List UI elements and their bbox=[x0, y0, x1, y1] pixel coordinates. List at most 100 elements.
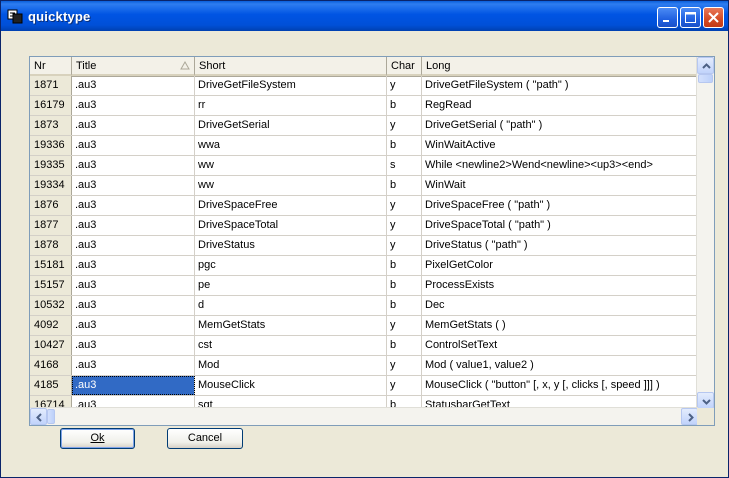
cell-nr[interactable]: 1878 bbox=[30, 236, 72, 255]
cell-title[interactable]: .au3 bbox=[72, 256, 195, 275]
table-row[interactable]: 1877 .au3 DriveSpaceTotal y DriveSpaceTotal … bbox=[30, 216, 698, 236]
cell-char[interactable]: y bbox=[387, 316, 422, 335]
cell-title[interactable]: .au3 bbox=[72, 216, 195, 235]
cell-title[interactable]: .au3 bbox=[72, 156, 195, 175]
table-row[interactable]: 4092 .au3 MemGetStats y MemGetStats ( ) bbox=[30, 316, 698, 336]
cell-nr[interactable]: 4185 bbox=[30, 376, 72, 395]
cell-short[interactable]: DriveGetSerial bbox=[195, 116, 387, 135]
cell-long[interactable]: WinWait bbox=[422, 176, 698, 195]
cell-char[interactable]: b bbox=[387, 176, 422, 195]
cell-nr[interactable]: 19335 bbox=[30, 156, 72, 175]
column-header-long[interactable]: Long bbox=[422, 57, 698, 76]
scroll-right-button[interactable] bbox=[681, 408, 698, 425]
cell-short[interactable]: DriveGetFileSystem bbox=[195, 76, 387, 95]
column-header-nr[interactable]: Nr bbox=[30, 57, 72, 76]
cell-nr[interactable]: 19334 bbox=[30, 176, 72, 195]
cell-title[interactable]: .au3 bbox=[72, 176, 195, 195]
cell-short[interactable]: wwa bbox=[195, 136, 387, 155]
cell-title[interactable]: .au3 bbox=[72, 76, 195, 95]
cell-title[interactable]: .au3 bbox=[72, 136, 195, 155]
cell-long[interactable]: PixelGetColor bbox=[422, 256, 698, 275]
cell-nr[interactable]: 15157 bbox=[30, 276, 72, 295]
scroll-left-button[interactable] bbox=[30, 408, 47, 425]
cell-short[interactable]: ww bbox=[195, 156, 387, 175]
cell-nr[interactable]: 19336 bbox=[30, 136, 72, 155]
cell-long[interactable]: WinWaitActive bbox=[422, 136, 698, 155]
cell-title[interactable]: .au3 bbox=[72, 276, 195, 295]
horizontal-scrollbar[interactable] bbox=[30, 407, 698, 425]
cell-nr[interactable]: 16179 bbox=[30, 96, 72, 115]
cell-nr[interactable]: 1873 bbox=[30, 116, 72, 135]
cell-nr[interactable]: 1877 bbox=[30, 216, 72, 235]
cell-char[interactable]: b bbox=[387, 136, 422, 155]
cell-long[interactable]: DriveSpaceFree ( "path" ) bbox=[422, 196, 698, 215]
cell-nr[interactable]: 4168 bbox=[30, 356, 72, 375]
close-button[interactable] bbox=[703, 7, 724, 28]
cell-nr[interactable]: 15181 bbox=[30, 256, 72, 275]
cell-short[interactable]: d bbox=[195, 296, 387, 315]
cell-short[interactable]: DriveSpaceFree bbox=[195, 196, 387, 215]
cell-long[interactable]: DriveGetFileSystem ( "path" ) bbox=[422, 76, 698, 95]
cell-char[interactable]: y bbox=[387, 376, 422, 395]
app-icon[interactable] bbox=[7, 8, 23, 24]
cell-short[interactable]: DriveStatus bbox=[195, 236, 387, 255]
column-header-char[interactable]: Char bbox=[387, 57, 422, 76]
cell-title[interactable]: .au3 bbox=[72, 236, 195, 255]
cell-long[interactable]: DriveStatus ( "path" ) bbox=[422, 236, 698, 255]
cell-char[interactable]: y bbox=[387, 236, 422, 255]
table-row[interactable]: 1878 .au3 DriveStatus y DriveStatus ( "path"… bbox=[30, 236, 698, 256]
cell-nr[interactable]: 10427 bbox=[30, 336, 72, 355]
cell-long[interactable]: DriveSpaceTotal ( "path" ) bbox=[422, 216, 698, 235]
cell-long[interactable]: Dec bbox=[422, 296, 698, 315]
cell-long[interactable]: While <newline2>Wend<newline><up3><end> bbox=[422, 156, 698, 175]
cell-title[interactable]: .au3 bbox=[72, 316, 195, 335]
table-row[interactable]: 19334 .au3 ww b WinWait bbox=[30, 176, 698, 196]
cell-title[interactable]: .au3 bbox=[72, 356, 195, 375]
column-header-title[interactable]: Title bbox=[72, 57, 195, 76]
cell-char[interactable]: b bbox=[387, 296, 422, 315]
cell-short[interactable]: pgc bbox=[195, 256, 387, 275]
cell-char[interactable]: s bbox=[387, 156, 422, 175]
horizontal-scroll-thumb[interactable] bbox=[47, 409, 55, 424]
cell-long[interactable]: RegRead bbox=[422, 96, 698, 115]
cell-nr[interactable]: 1876 bbox=[30, 196, 72, 215]
cell-char[interactable]: b bbox=[387, 336, 422, 355]
cancel-button[interactable]: Cancel bbox=[167, 428, 243, 449]
cell-nr[interactable]: 4092 bbox=[30, 316, 72, 335]
table-row[interactable]: 1873 .au3 DriveGetSerial y DriveGetSerial ( … bbox=[30, 116, 698, 136]
cell-char[interactable]: y bbox=[387, 196, 422, 215]
cell-short[interactable]: DriveSpaceTotal bbox=[195, 216, 387, 235]
cell-char[interactable]: b bbox=[387, 96, 422, 115]
cell-long[interactable]: ProcessExists bbox=[422, 276, 698, 295]
cell-title[interactable]: .au3 bbox=[72, 336, 195, 355]
cell-long[interactable]: MouseClick ( "button" [, x, y [, clicks … bbox=[422, 376, 698, 395]
vertical-scrollbar[interactable] bbox=[696, 57, 714, 409]
ok-button[interactable]: Ok bbox=[60, 428, 135, 449]
maximize-button[interactable] bbox=[680, 7, 701, 28]
scroll-down-button[interactable] bbox=[697, 392, 714, 409]
column-header-short[interactable]: Short bbox=[195, 57, 387, 76]
cell-short[interactable]: Mod bbox=[195, 356, 387, 375]
cell-short[interactable]: rr bbox=[195, 96, 387, 115]
table-row[interactable]: 4185 .au3 MouseClick y MouseClick ( "button"… bbox=[30, 376, 698, 396]
table-row[interactable]: 1871 .au3 DriveGetFileSystem y DriveGetFileS… bbox=[30, 76, 698, 96]
cell-char[interactable]: b bbox=[387, 276, 422, 295]
table-row[interactable]: 15157 .au3 pe b ProcessExists bbox=[30, 276, 698, 296]
scroll-up-button[interactable] bbox=[697, 57, 714, 74]
cell-long[interactable]: DriveGetSerial ( "path" ) bbox=[422, 116, 698, 135]
table-row[interactable]: 10427 .au3 cst b ControlSetText bbox=[30, 336, 698, 356]
data-grid[interactable]: Nr Title Short Char Long 1871 .au3 DriveGe… bbox=[29, 56, 715, 426]
cell-long[interactable]: ControlSetText bbox=[422, 336, 698, 355]
cell-title[interactable]: .au3 bbox=[72, 296, 195, 315]
cell-title[interactable]: .au3 bbox=[72, 376, 195, 395]
table-row[interactable]: 4168 .au3 Mod y Mod ( value1, value2 ) bbox=[30, 356, 698, 376]
minimize-button[interactable] bbox=[657, 7, 678, 28]
cell-short[interactable]: pe bbox=[195, 276, 387, 295]
cell-short[interactable]: ww bbox=[195, 176, 387, 195]
table-row[interactable]: 16179 .au3 rr b RegRead bbox=[30, 96, 698, 116]
cell-char[interactable]: y bbox=[387, 216, 422, 235]
cell-title[interactable]: .au3 bbox=[72, 196, 195, 215]
vertical-scroll-thumb[interactable] bbox=[698, 74, 713, 83]
cell-nr[interactable]: 10532 bbox=[30, 296, 72, 315]
title-bar[interactable]: quicktype bbox=[1, 1, 728, 31]
